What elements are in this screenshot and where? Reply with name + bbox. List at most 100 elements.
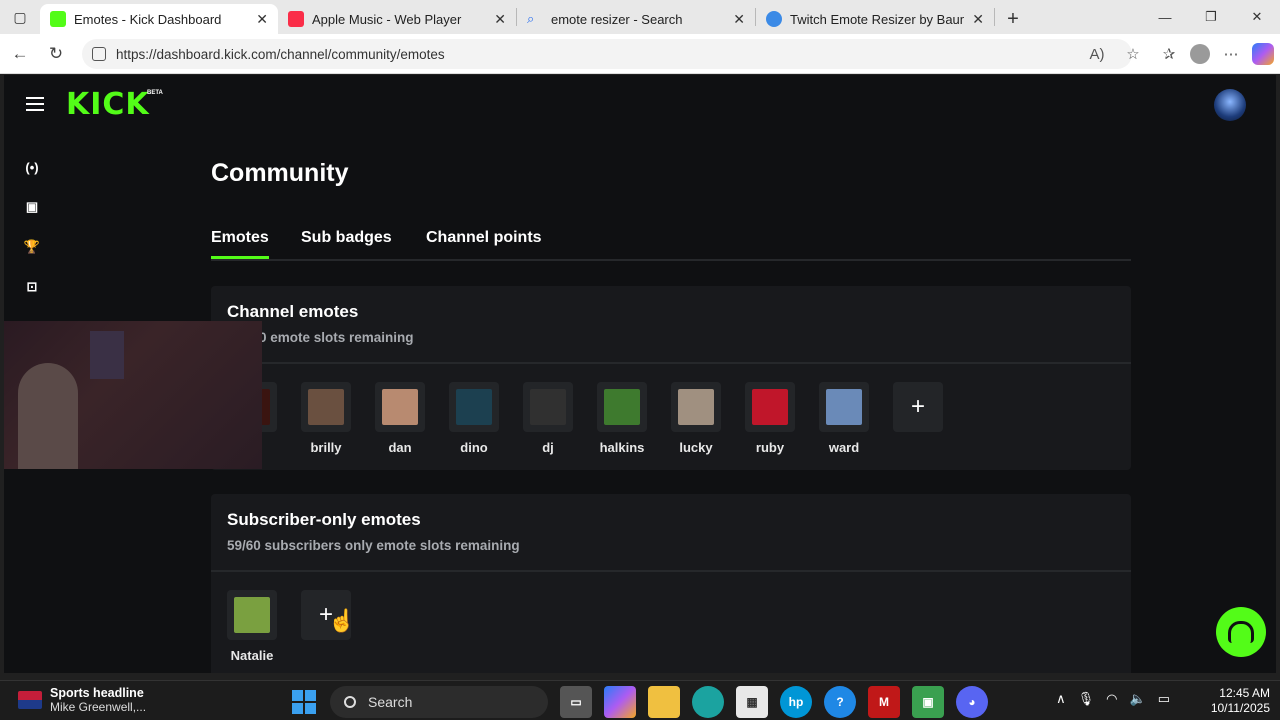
emote-thumbnail[interactable] (375, 382, 425, 432)
window-controls: — ❐ ✕ (1142, 0, 1280, 34)
emote-name: ward (828, 440, 860, 455)
search-favicon-icon: ⌕ (527, 11, 535, 26)
close-icon[interactable]: ✕ (256, 11, 268, 28)
emote-name: dino (460, 440, 488, 455)
emote-thumbnail[interactable] (449, 382, 499, 432)
browser-tab-emote-resizer[interactable]: Twitch Emote Resizer by BaumBla ✕ (756, 4, 994, 34)
emote-item[interactable]: brilly (301, 382, 351, 455)
emote-thumbnail[interactable] (819, 382, 869, 432)
news-title: Sports headline (50, 686, 144, 700)
url-field[interactable]: https://dashboard.kick.com/channel/commu… (82, 39, 1132, 69)
browser-tab-kick[interactable]: Emotes - Kick Dashboard ✕ (40, 4, 278, 34)
analytics-icon[interactable]: ▣ (22, 197, 42, 217)
news-flag-icon (18, 691, 42, 709)
kick-logo[interactable]: KICK (66, 87, 150, 122)
back-arrow-icon[interactable]: ← (2, 36, 38, 72)
emote-name: Natalie (230, 648, 274, 663)
chevron-up-icon[interactable]: ∧ (1056, 691, 1066, 707)
hand-cursor-icon: ☝ (328, 608, 356, 633)
mcafee-icon[interactable]: M (868, 686, 900, 718)
kick-dashboard-page: KICK BETA (•) ▣ 🏆 ⊡ Community Emotes Sub… (4, 75, 1276, 673)
edge-browser-icon[interactable] (692, 686, 724, 718)
site-info-icon[interactable] (92, 47, 106, 61)
top-navigation: KICK BETA (4, 75, 1276, 135)
emote-name: dj (542, 440, 554, 455)
browser-profile-avatar[interactable] (1190, 44, 1210, 64)
more-options-icon[interactable]: ⋯ (1216, 39, 1246, 69)
close-icon[interactable]: ✕ (972, 11, 984, 28)
emote-image (382, 389, 418, 425)
favorites-list-icon[interactable]: ✰ (1154, 39, 1184, 69)
taskbar-search[interactable]: Search (330, 686, 548, 718)
support-chat-button[interactable] (1216, 607, 1266, 657)
tab-actions-icon[interactable]: ▢ (0, 0, 40, 34)
trophy-icon[interactable]: 🏆 (22, 237, 42, 257)
emote-image (752, 389, 788, 425)
tab-sub-badges[interactable]: Sub badges (301, 229, 392, 257)
close-icon[interactable]: ✕ (494, 11, 506, 28)
live-stream-icon[interactable]: (•) (22, 157, 42, 177)
tab-title: Emotes - Kick Dashboard (74, 11, 222, 27)
restore-icon[interactable]: ❐ (1188, 0, 1234, 34)
channel-emotes-card: Channel emotes 0 emote slots remaining k… (211, 286, 1131, 470)
volume-icon[interactable]: 🔈 (1130, 691, 1146, 707)
browser-tab-search[interactable]: ⌕ emote resizer - Search ✕ (517, 4, 755, 34)
tab-title: emote resizer - Search (551, 11, 683, 27)
emote-thumbnail[interactable] (671, 382, 721, 432)
emote-item[interactable]: dan (375, 382, 425, 455)
resizer-favicon-icon (766, 11, 782, 27)
kick-favicon-icon (50, 11, 66, 27)
emote-item[interactable]: dino (449, 382, 499, 455)
refresh-icon[interactable]: ↻ (38, 36, 74, 72)
read-aloud-icon[interactable]: A) (1082, 39, 1112, 69)
card-header: Channel emotes 0 emote slots remaining (211, 286, 1131, 364)
url-text: https://dashboard.kick.com/channel/commu… (116, 46, 445, 62)
hp-icon[interactable]: hp (780, 686, 812, 718)
screenshot-icon[interactable]: ⊡ (22, 277, 42, 297)
favorite-star-icon[interactable]: ☆ (1118, 39, 1148, 69)
discord-icon[interactable]: ◕ (956, 686, 988, 718)
emote-name: ruby (755, 440, 785, 455)
tab-channel-points[interactable]: Channel points (426, 229, 542, 257)
help-icon[interactable]: ? (824, 686, 856, 718)
add-emote-button[interactable]: + (893, 382, 943, 432)
emote-item[interactable]: ward (819, 382, 869, 455)
news-subtitle: Mike Greenwell,... (50, 700, 147, 714)
copilot-app-icon[interactable] (604, 686, 636, 718)
emote-thumbnail[interactable] (227, 590, 277, 640)
emote-item[interactable]: dj (523, 382, 573, 455)
hamburger-menu-icon[interactable] (26, 97, 44, 111)
emote-image (308, 389, 344, 425)
address-bar-row: ← ↻ https://dashboard.kick.com/channel/c… (0, 34, 1280, 74)
browser-tab-apple-music[interactable]: Apple Music - Web Player ✕ (278, 4, 516, 34)
app-icon[interactable]: ▣ (912, 686, 944, 718)
beta-badge: BETA (147, 90, 163, 96)
emote-thumbnail[interactable] (523, 382, 573, 432)
new-tab-button[interactable]: + (995, 4, 1031, 34)
emote-name: brilly (310, 440, 342, 455)
close-icon[interactable]: ✕ (733, 11, 745, 28)
news-widget[interactable]: Sports headline Mike Greenwell,... (18, 686, 146, 714)
copilot-icon[interactable] (1252, 43, 1274, 65)
microsoft-store-icon[interactable]: ▦ (736, 686, 768, 718)
user-avatar[interactable] (1214, 89, 1246, 121)
windows-start-icon[interactable] (292, 690, 316, 714)
file-explorer-icon[interactable] (648, 686, 680, 718)
emote-thumbnail[interactable] (745, 382, 795, 432)
emote-item[interactable]: Natalie (227, 590, 277, 663)
tab-emotes[interactable]: Emotes (211, 229, 269, 259)
emote-item[interactable]: halkins (597, 382, 647, 455)
minimize-icon[interactable]: — (1142, 0, 1188, 34)
emote-thumbnail[interactable] (301, 382, 351, 432)
microphone-icon[interactable]: 🎙 (1078, 691, 1095, 707)
windows-taskbar: Sports headline Mike Greenwell,... Searc… (0, 680, 1280, 720)
emote-item[interactable]: ruby (745, 382, 795, 455)
close-window-icon[interactable]: ✕ (1234, 0, 1280, 34)
battery-icon[interactable]: ▭ (1158, 691, 1170, 707)
system-clock[interactable]: 12:45 AM 10/11/2025 (1211, 686, 1270, 716)
card-subtitle: 59/60 subscribers only emote slots remai… (227, 538, 520, 553)
wifi-icon[interactable]: ◠ (1106, 691, 1117, 707)
task-view-icon[interactable]: ▭ (560, 686, 592, 718)
emote-thumbnail[interactable] (597, 382, 647, 432)
emote-item[interactable]: lucky (671, 382, 721, 455)
